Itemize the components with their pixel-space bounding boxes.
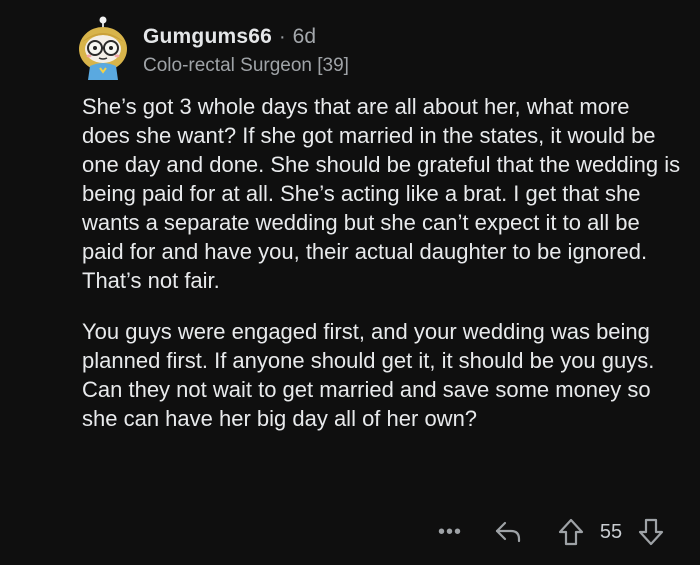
comment-actions: ••• 55 [0, 512, 700, 552]
vote-score: 55 [599, 520, 623, 543]
username-link[interactable]: Gumgums66 [143, 24, 272, 50]
comment-age: 6d [292, 25, 317, 48]
meta-separator: · [279, 26, 286, 48]
upvote-button[interactable] [557, 516, 585, 548]
upvote-arrow-icon [558, 518, 584, 546]
comment-paragraph: You guys were engaged first, and your we… [82, 319, 655, 431]
more-options-button[interactable]: ••• [436, 518, 464, 546]
snoo-avatar-icon [79, 16, 127, 80]
downvote-button[interactable] [637, 516, 665, 548]
avatar[interactable] [76, 16, 130, 80]
downvote-arrow-icon [638, 518, 664, 546]
comment-meta: Gumgums66 · 6d [143, 24, 349, 50]
comment: Gumgums66 · 6d Colo-rectal Surgeon [39] … [0, 0, 700, 565]
comment-paragraph: She’s got 3 whole days that are all abou… [82, 94, 681, 293]
comment-header: Gumgums66 · 6d Colo-rectal Surgeon [39] [143, 24, 349, 78]
comment-body: She’s got 3 whole days that are all abou… [82, 92, 682, 455]
reply-icon [495, 521, 521, 543]
reply-button[interactable] [493, 517, 525, 547]
user-flair: Colo-rectal Surgeon [39] [143, 55, 349, 76]
